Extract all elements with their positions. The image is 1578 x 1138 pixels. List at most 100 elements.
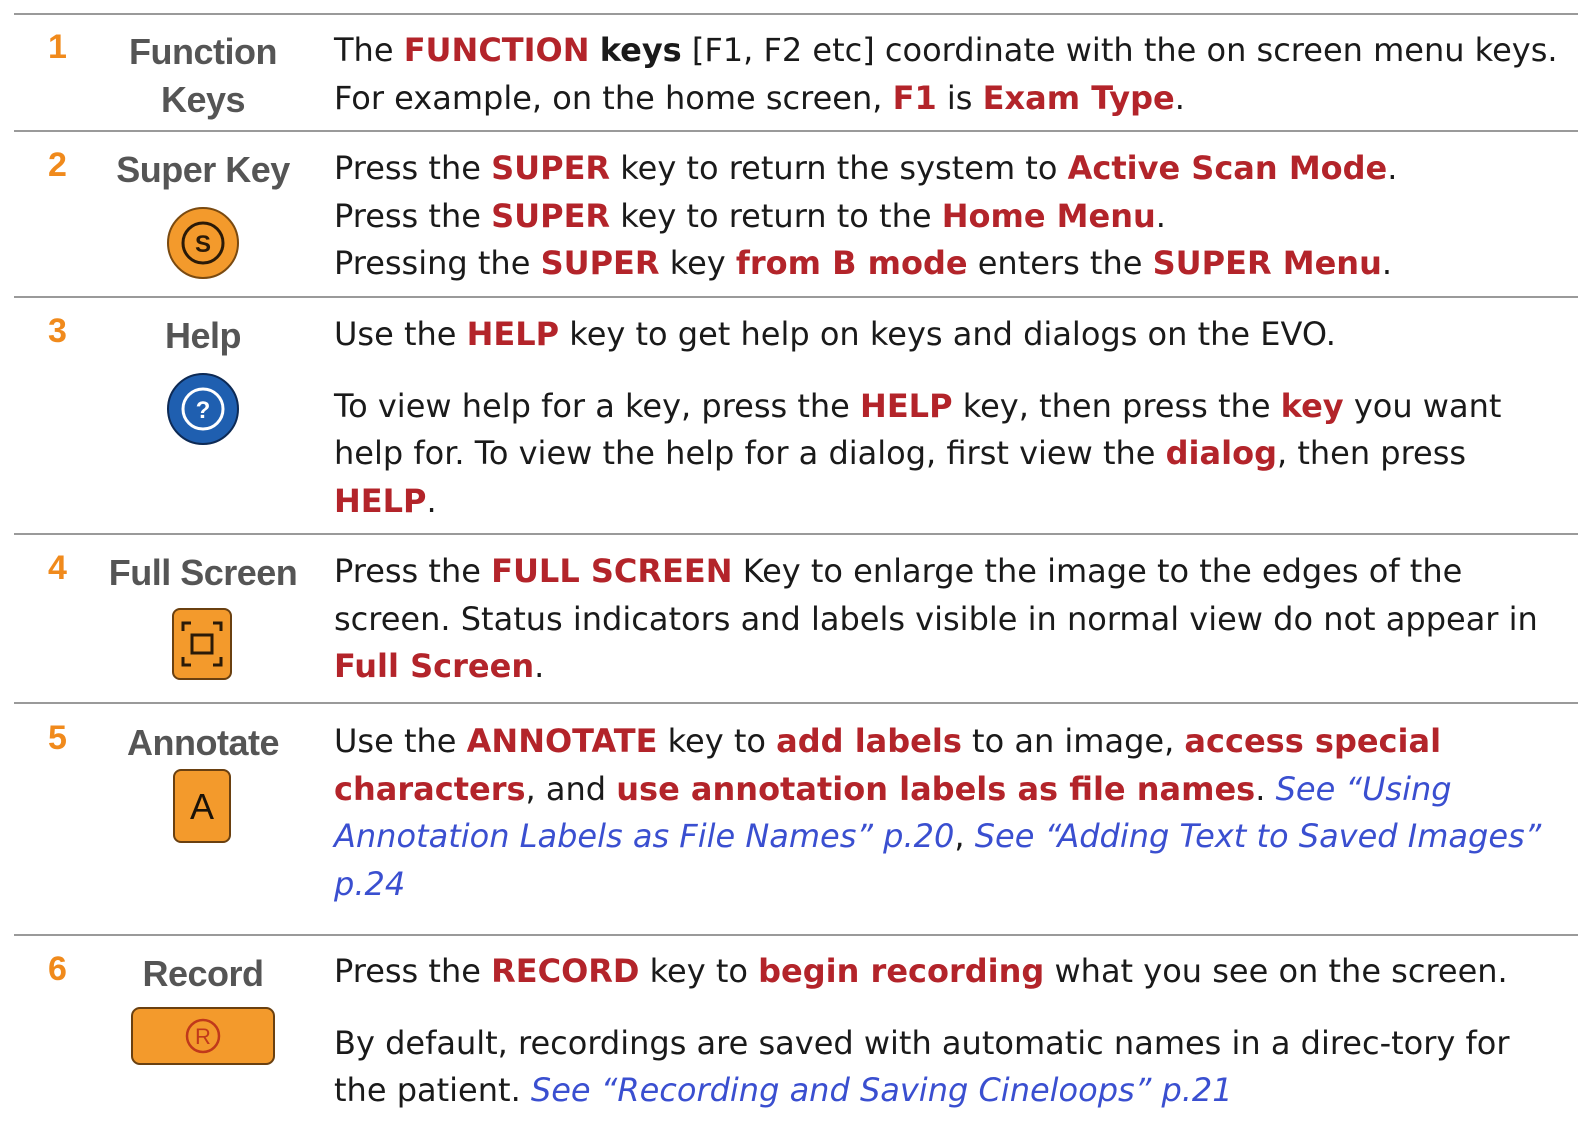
desc-highlight: HELP [334,481,427,520]
description-paragraph: Press the RECORD key to begin recording … [334,948,1568,996]
key-name-label: Full Screen [108,549,298,597]
table-rule [14,934,1578,936]
description-paragraph: By default, recordings are saved with au… [334,1020,1568,1115]
key-description: Press the FULL SCREEN Key to enlarge the… [334,548,1568,691]
desc-text: . [1255,769,1276,808]
key-description: Use the HELP key to get help on keys and… [334,311,1568,525]
desc-highlight: begin recording [758,952,1045,990]
desc-bold: keys [599,31,682,69]
desc-text: key [659,244,736,282]
desc-text: key to [639,952,759,990]
desc-text: key to [657,722,777,760]
key-name-label: Super Key [108,146,298,194]
desc-highlight: from B mode [735,244,968,282]
full-screen-key-icon [172,608,232,680]
desc-highlight: SUPER [491,196,611,235]
row-number: 2 [48,146,67,184]
desc-text: key to return to the [610,196,942,235]
desc-text: Press the [334,196,492,235]
desc-highlight: dialog [1165,434,1277,472]
record-key-glyph: R [195,1024,211,1049]
desc-text: Use the [334,315,467,353]
desc-text: The [334,31,404,69]
key-name-label: Annotate [108,719,298,767]
desc-text: Pressing the [334,244,541,282]
description-paragraph: To view help for a key, press the HELP k… [334,383,1568,526]
desc-text: To view help for a key, press the [334,386,861,425]
desc-highlight: F1 [892,78,937,117]
desc-highlight: key [1280,386,1344,425]
desc-highlight: SUPER [491,149,611,187]
description-paragraph: Use the ANNOTATE key to add labels to an… [334,718,1568,908]
super-key-icon: S [167,207,239,279]
description-paragraph: Press the FULL SCREEN Key to enlarge the… [334,548,1568,691]
desc-text: . [1174,78,1185,117]
desc-highlight: Full Screen [334,647,535,685]
key-name-label: Help [108,312,298,360]
key-name-label: Function Keys [108,28,298,124]
annotate-key-icon: A [173,769,231,843]
desc-highlight: use annotation labels as file names [616,769,1256,808]
desc-highlight: RECORD [491,952,640,990]
description-paragraph: The FUNCTION keys [F1, F2 etc] coordinat… [334,27,1568,122]
desc-highlight: HELP [860,386,953,425]
key-name-line: Keys [160,79,246,120]
desc-text: Press the [334,149,492,187]
desc-text [590,31,600,69]
desc-text: Use the [334,722,467,760]
record-key-icon: R [131,1007,275,1065]
desc-text: key to return the system to [610,149,1068,187]
desc-highlight: Home Menu [941,196,1156,235]
row-number: 6 [48,950,67,988]
desc-text: . [534,647,545,685]
desc-highlight: FULL SCREEN [491,552,733,590]
desc-highlight: SUPER Menu [1152,244,1382,282]
key-description: Press the SUPER key to return the system… [334,145,1568,288]
help-key-icon: ? [167,373,239,445]
row-number: 4 [48,549,67,587]
row-number: 5 [48,719,67,757]
desc-highlight: Exam Type [982,78,1175,117]
desc-text: , then press [1276,434,1467,472]
key-description: Press the RECORD key to begin recording … [334,948,1568,1115]
key-name-label: Record [108,950,298,998]
key-name-line: Full Screen [108,552,298,593]
desc-highlight: Active Scan Mode [1067,149,1388,187]
description-paragraph: Use the HELP key to get help on keys and… [334,311,1568,359]
desc-text: , [954,817,975,855]
desc-highlight: HELP [466,315,560,353]
desc-text: Press the [334,952,492,990]
row-number: 3 [48,312,67,350]
annotate-key-glyph: A [190,786,214,827]
desc-text: Press the [334,552,492,590]
desc-text: enters the [967,244,1153,282]
desc-highlight: SUPER [540,244,660,282]
description-paragraph: Press the SUPER key to return the system… [334,145,1568,288]
table-rule [14,130,1578,132]
key-description: Use the ANNOTATE key to add labels to an… [334,718,1568,908]
key-name-line: Function [129,31,277,72]
cross-reference-link[interactable]: See “Recording and Saving Cineloops” p.2… [531,1071,1233,1109]
desc-highlight: ANNOTATE [466,722,658,760]
key-name-line: Record [142,953,264,994]
desc-text: what you see on the screen. [1044,952,1508,990]
desc-text: to an image, [961,722,1185,760]
key-name-line: Super Key [116,149,290,190]
desc-text: . [1387,149,1398,187]
desc-text: key to get help on keys and dialogs on t… [559,315,1336,353]
help-key-glyph: ? [196,397,211,424]
desc-text: , and [525,769,617,808]
table-rule [14,296,1578,298]
desc-text: . [1155,196,1166,235]
desc-text: is [936,78,983,117]
table-rule [14,533,1578,535]
desc-text: . [1381,244,1393,282]
table-rule [14,702,1578,704]
desc-text: key, then press the [952,386,1281,425]
super-key-glyph: S [195,231,211,258]
table-rule-top [14,13,1578,15]
row-number: 1 [48,28,67,66]
key-name-line: Help [164,315,242,356]
desc-highlight: FUNCTION [403,31,590,69]
key-name-line: Annotate [127,722,280,763]
